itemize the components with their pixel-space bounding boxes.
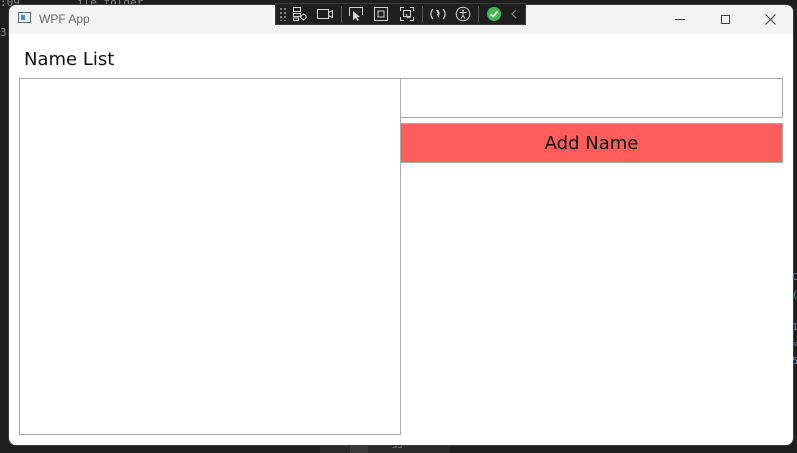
binding-failures-check-icon <box>486 7 501 21</box>
select-element-button[interactable] <box>347 5 366 23</box>
hot-reload-button[interactable] <box>428 5 447 23</box>
display-layout-adorners-button[interactable] <box>372 5 391 23</box>
add-name-button[interactable]: Add Name <box>400 123 783 163</box>
add-name-button-label: Add Name <box>544 132 639 154</box>
track-focus-button[interactable] <box>397 5 416 23</box>
maximize-icon <box>720 15 730 24</box>
close-icon <box>764 14 776 25</box>
minimize-button[interactable] <box>657 5 703 34</box>
background-gutter: ( <box>792 290 797 301</box>
grip-icon[interactable] <box>279 7 287 21</box>
record-icon <box>317 9 334 19</box>
accessibility-icon <box>455 6 471 22</box>
binding-failures-button[interactable] <box>484 5 503 23</box>
live-visual-tree-icon <box>293 7 308 21</box>
name-input[interactable] <box>400 78 783 118</box>
background-gutter: 5 <box>792 356 797 367</box>
toolbar-separator <box>478 6 480 22</box>
name-listbox[interactable] <box>19 78 401 435</box>
background-gutter: < <box>792 339 797 350</box>
background-gutter: 1 <box>792 322 797 333</box>
page-title: Name List <box>24 49 115 70</box>
track-focus-icon <box>399 7 414 21</box>
accessibility-checker-button[interactable] <box>453 5 472 23</box>
background-gutter: C <box>792 272 797 283</box>
collapse-toolbar-button[interactable] <box>509 5 519 23</box>
xaml-debug-toolbar <box>275 3 526 25</box>
minimize-icon <box>675 19 685 20</box>
hot-reload-icon <box>429 8 446 20</box>
window-title: WPF App <box>39 12 90 26</box>
app-icon <box>18 12 31 23</box>
toolbar-separator <box>422 6 424 22</box>
maximize-button[interactable] <box>702 5 748 34</box>
app-window: WPF App Name List Add Name <box>9 5 793 445</box>
record-button[interactable] <box>316 5 335 23</box>
select-element-icon <box>349 7 364 21</box>
toolbar-separator <box>340 6 342 22</box>
close-button[interactable] <box>747 5 793 34</box>
background-editor-strip <box>320 444 450 453</box>
live-visual-tree-button[interactable] <box>291 5 310 23</box>
collapse-chevron-icon <box>511 9 517 19</box>
display-layout-adorners-icon <box>374 7 389 21</box>
